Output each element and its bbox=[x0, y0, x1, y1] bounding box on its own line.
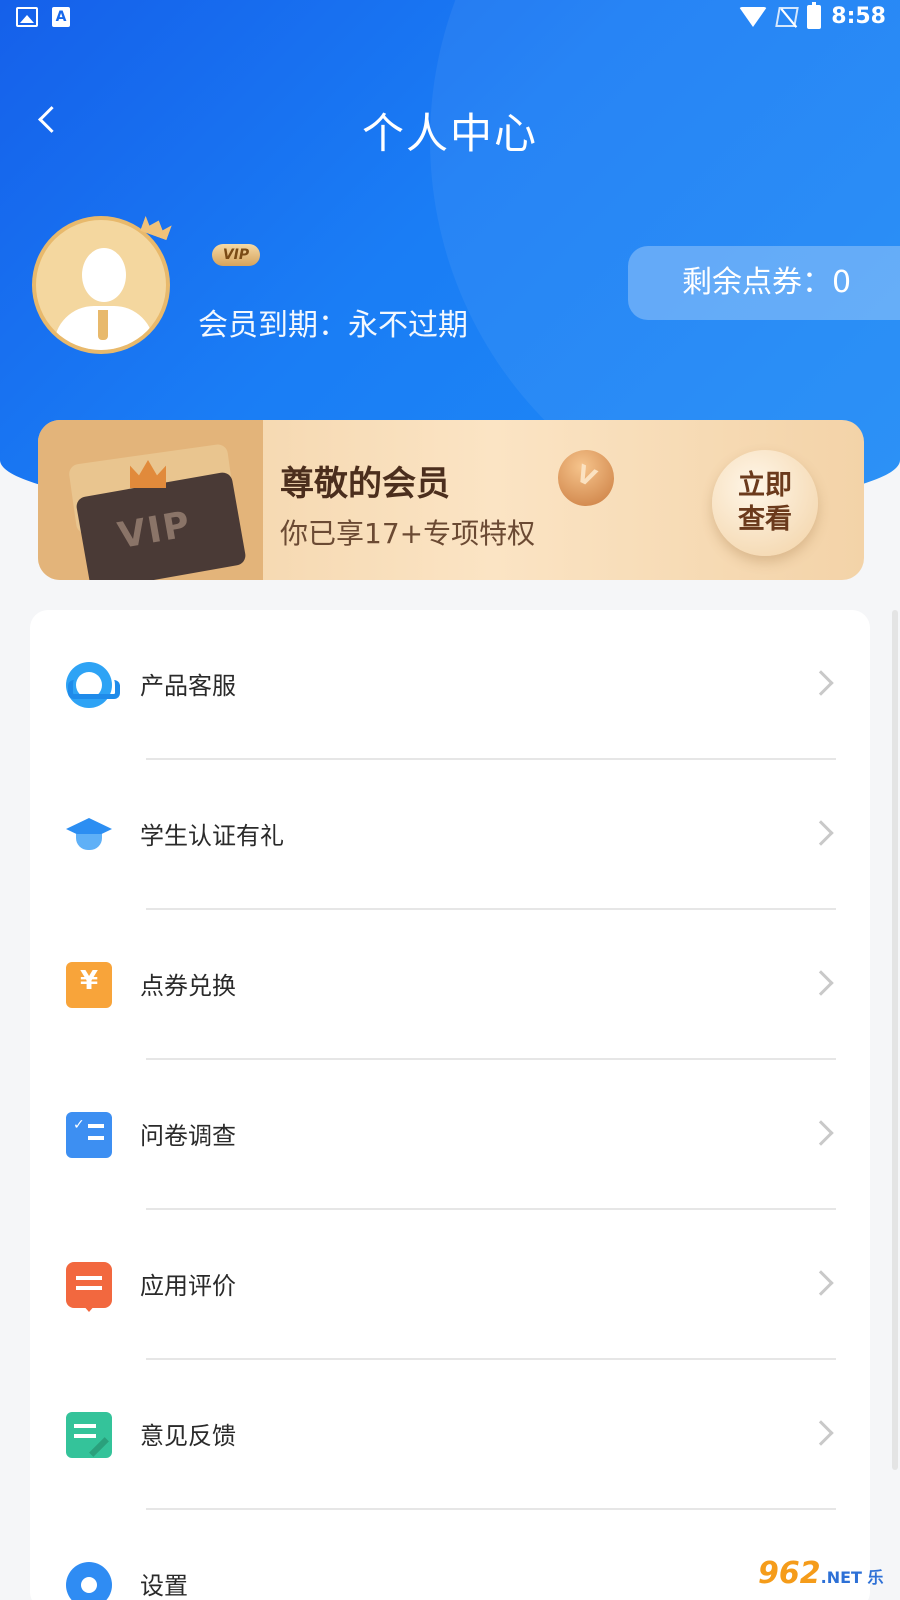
chevron-right-icon bbox=[808, 820, 834, 846]
graduation-cap-icon bbox=[66, 812, 112, 858]
menu-item-customer-service[interactable]: 产品客服 bbox=[30, 610, 870, 760]
crown-icon bbox=[136, 210, 176, 240]
chevron-right-icon bbox=[808, 1120, 834, 1146]
view-now-button[interactable]: 立即查看 bbox=[712, 450, 818, 556]
banner-subtitle: 你已享17+专项特权 bbox=[280, 517, 536, 550]
page-title: 个人中心 bbox=[361, 109, 538, 158]
menu-item-points-exchange[interactable]: 点券兑换 bbox=[30, 910, 870, 1060]
battery-icon bbox=[807, 1, 822, 29]
ticket-icon bbox=[66, 962, 112, 1008]
vip-banner[interactable]: VIP 尊敬的会员 你已享17+专项特权 立即查看 bbox=[38, 420, 864, 580]
feedback-icon bbox=[66, 1412, 112, 1458]
menu-list: 产品客服 学生认证有礼 点券兑换 问卷调查 应用评价 意见反馈 设置 bbox=[30, 610, 870, 1600]
vip-badge: VIP bbox=[212, 244, 260, 266]
watermark-logo: 962.NET 乐游网 bbox=[758, 1556, 884, 1591]
chevron-right-icon bbox=[808, 970, 834, 996]
chevron-right-icon bbox=[808, 670, 834, 696]
scrollbar[interactable] bbox=[892, 610, 898, 1470]
menu-item-feedback[interactable]: 意见反馈 bbox=[30, 1360, 870, 1510]
review-icon bbox=[66, 1262, 112, 1312]
no-signal-icon bbox=[775, 6, 800, 27]
status-bar: A 8:58 bbox=[0, 0, 900, 36]
menu-item-student-verification[interactable]: 学生认证有礼 bbox=[30, 760, 870, 910]
member-expiry: 会员到期：永不过期 bbox=[198, 308, 468, 343]
banner-title: 尊敬的会员 bbox=[280, 464, 450, 504]
gear-icon bbox=[66, 1562, 112, 1600]
wifi-icon bbox=[739, 6, 768, 27]
menu-item-label: 意见反馈 bbox=[140, 1422, 236, 1450]
menu-item-label: 问卷调查 bbox=[140, 1122, 236, 1150]
menu-item-app-review[interactable]: 应用评价 bbox=[30, 1210, 870, 1360]
menu-item-label: 点券兑换 bbox=[140, 972, 236, 1000]
menu-item-label: 学生认证有礼 bbox=[140, 822, 284, 850]
chevron-right-icon bbox=[808, 1270, 834, 1296]
menu-item-label: 产品客服 bbox=[140, 672, 236, 700]
menu-item-survey[interactable]: 问卷调查 bbox=[30, 1060, 870, 1210]
chevron-right-icon bbox=[808, 1420, 834, 1446]
menu-item-label: 设置 bbox=[140, 1572, 188, 1600]
status-time: 8:58 bbox=[831, 4, 886, 29]
menu-item-label: 应用评价 bbox=[140, 1272, 236, 1300]
points-balance[interactable]: 剩余点券：0 bbox=[628, 246, 900, 320]
headset-icon bbox=[66, 662, 120, 708]
survey-icon bbox=[66, 1112, 112, 1158]
gallery-notification-icon bbox=[16, 7, 38, 27]
coin-icon bbox=[548, 440, 624, 516]
app-notification-icon: A bbox=[52, 7, 70, 27]
menu-item-settings[interactable]: 设置 bbox=[30, 1510, 870, 1600]
